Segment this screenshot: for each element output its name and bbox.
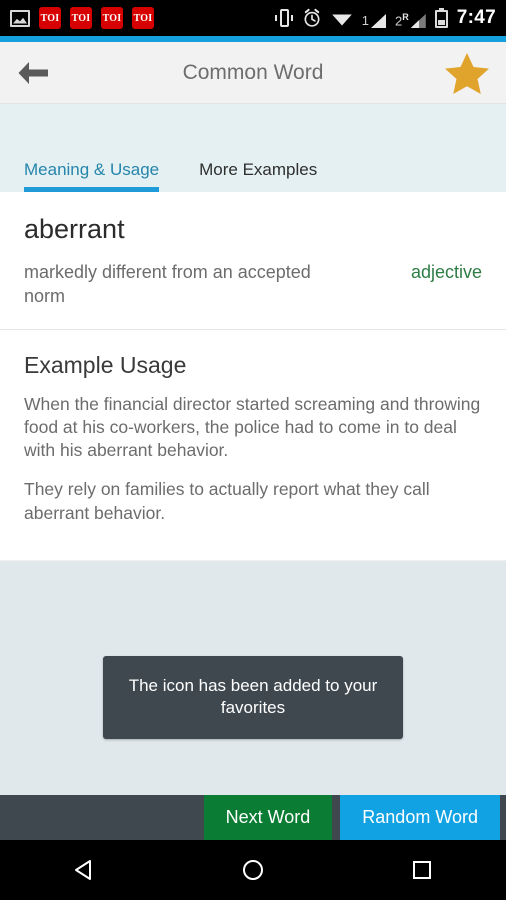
nav-back-icon bbox=[75, 860, 92, 880]
phone-screen: TOI TOI TOI TOI 1 2R 7:47 Common Word Me… bbox=[0, 0, 506, 900]
nav-back-button[interactable] bbox=[49, 840, 119, 900]
nav-home-icon bbox=[242, 860, 263, 880]
empty-lower-area: The icon has been added to your favorite… bbox=[0, 560, 506, 795]
android-navigation-bar bbox=[0, 840, 506, 900]
word-definition: markedly different from an accepted norm bbox=[24, 262, 311, 306]
part-of-speech-label: adjective bbox=[410, 262, 482, 282]
nav-home-button[interactable] bbox=[218, 840, 288, 900]
favorite-button[interactable] bbox=[444, 50, 490, 96]
status-bar-notifications: TOI TOI TOI TOI bbox=[10, 7, 275, 29]
toi-notification-icon: TOI bbox=[39, 7, 61, 29]
example-sentence: They rely on families to actually report… bbox=[24, 479, 430, 523]
toast-notification: The icon has been added to your favorite… bbox=[103, 656, 403, 739]
gallery-image-icon bbox=[10, 9, 30, 27]
tab-bar: Meaning & Usage More Examples bbox=[0, 104, 506, 192]
status-bar-system-icons: 1 2R 7:47 bbox=[274, 7, 496, 29]
next-word-button[interactable]: Next Word bbox=[203, 795, 333, 840]
sim2-signal-icon: 2R bbox=[395, 8, 426, 28]
sim1-signal-icon: 1 bbox=[361, 8, 387, 28]
random-word-button[interactable]: Random Word bbox=[340, 795, 500, 840]
app-bar: Common Word bbox=[0, 42, 506, 104]
sim2-label: 2R bbox=[395, 11, 409, 28]
example-usage-heading: Example Usage bbox=[24, 351, 187, 378]
toast-message: The icon has been added to your favorite… bbox=[128, 676, 378, 718]
nav-recents-icon bbox=[412, 861, 431, 879]
definition-row: markedly different from an accepted norm… bbox=[24, 261, 482, 309]
tab-more-examples-label: More Examples bbox=[199, 160, 318, 179]
tab-meaning-and-usage-label: Meaning & Usage bbox=[24, 160, 160, 179]
toi-notification-icon: TOI bbox=[101, 7, 123, 29]
toi-notification-icon: TOI bbox=[132, 7, 154, 29]
wifi-icon bbox=[332, 14, 352, 26]
nav-recents-button[interactable] bbox=[387, 840, 457, 900]
sim1-label: 1 bbox=[361, 13, 370, 28]
roaming-indicator: R bbox=[402, 11, 409, 22]
star-icon bbox=[445, 52, 489, 94]
vibrate-icon bbox=[274, 8, 293, 28]
alarm-icon bbox=[304, 8, 320, 27]
tab-meaning-and-usage[interactable]: Meaning & Usage bbox=[24, 160, 160, 192]
back-button[interactable] bbox=[16, 51, 60, 95]
bottom-action-bar: Next Word Random Word bbox=[0, 795, 506, 840]
tab-more-examples[interactable]: More Examples bbox=[199, 160, 317, 192]
toi-notification-icon: TOI bbox=[70, 7, 92, 29]
page-title: Common Word bbox=[182, 60, 324, 84]
status-bar: TOI TOI TOI TOI 1 2R 7:47 bbox=[0, 0, 506, 36]
word-content: aberrant markedly different from an acce… bbox=[0, 192, 506, 551]
word-term: aberrant bbox=[24, 214, 125, 244]
battery-icon bbox=[434, 8, 448, 28]
back-arrow-icon bbox=[18, 61, 48, 84]
word-definition-block: aberrant markedly different from an acce… bbox=[0, 192, 506, 329]
example-sentence: When the financial director started scre… bbox=[24, 393, 481, 461]
status-bar-clock: 7:47 bbox=[456, 7, 496, 28]
example-usage-section: Example Usage When the financial directo… bbox=[0, 330, 506, 551]
